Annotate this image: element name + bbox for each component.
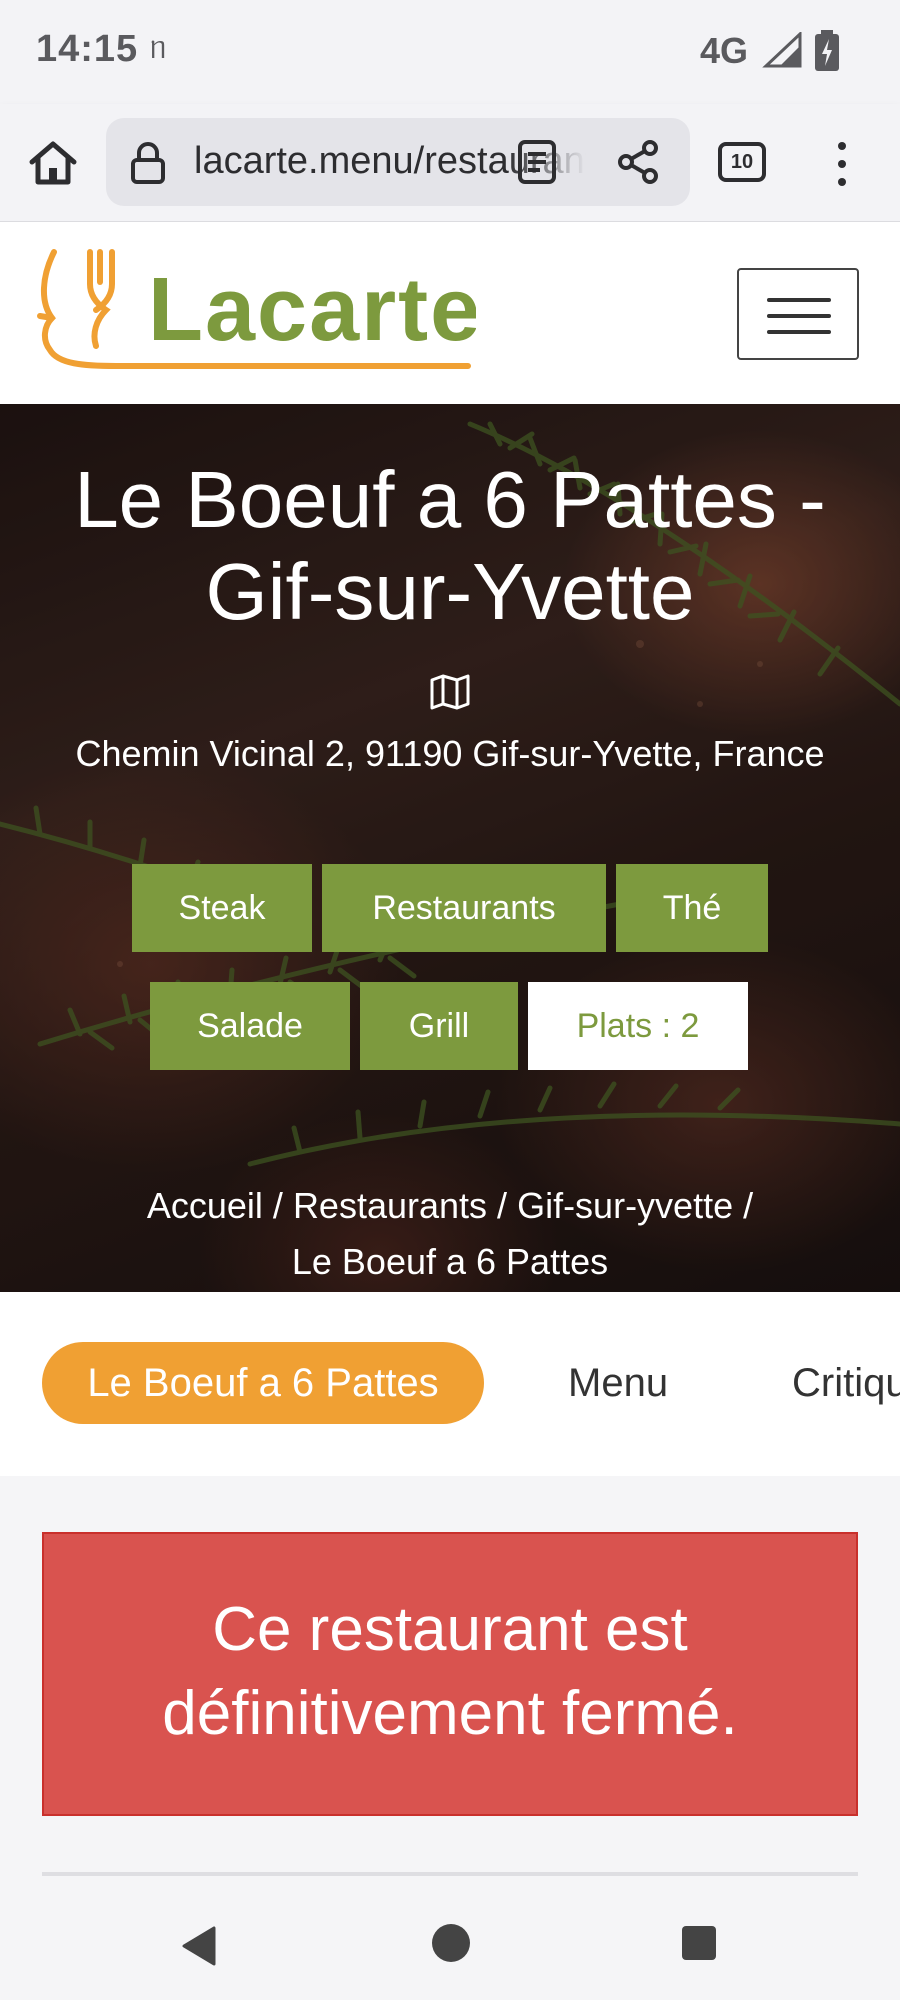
home-icon[interactable]: [24, 134, 82, 192]
divider: [42, 1872, 858, 1876]
tabs-counter-button[interactable]: 10: [718, 142, 766, 182]
plats-count-badge[interactable]: Plats : 2: [528, 982, 748, 1070]
tag-grill[interactable]: Grill: [360, 982, 518, 1070]
hamburger-menu-button[interactable]: [737, 268, 859, 360]
address-bar[interactable]: lacarte.menu/restaurants/gif-sur-yvette: [106, 118, 690, 206]
system-navigation-bar: [0, 1890, 900, 2000]
breadcrumb: Accueil / Restaurants / Gif-sur-yvette /…: [146, 1185, 754, 1282]
breadcrumb-city[interactable]: Gif-sur-yvette: [517, 1185, 733, 1226]
tab-menu[interactable]: Menu: [568, 1342, 668, 1424]
lock-icon: [131, 142, 165, 184]
status-time: 14:15: [36, 28, 139, 70]
closed-notice: Ce restaurant est définitivement fermé.: [42, 1532, 858, 1816]
status-bar: 14:15 ᥒ 4G: [0, 0, 900, 104]
restaurant-hero: Le Boeuf a 6 Pattes - Gif-sur-Yvette Che…: [0, 404, 900, 1292]
tag-restaurants[interactable]: Restaurants: [322, 864, 606, 952]
breadcrumb-restaurants[interactable]: Restaurants: [293, 1185, 487, 1226]
breadcrumb-accueil[interactable]: Accueil: [147, 1185, 263, 1226]
restaurant-address: Chemin Vicinal 2, 91190 Gif-sur-Yvette, …: [75, 733, 825, 774]
reader-mode-icon[interactable]: [514, 138, 560, 186]
tab-overview[interactable]: Le Boeuf a 6 Pattes: [42, 1342, 484, 1424]
tag-salade[interactable]: Salade: [150, 982, 350, 1070]
signal-icon: [762, 32, 802, 68]
lacarte-logo[interactable]: Lacarte: [36, 246, 476, 378]
back-icon[interactable]: [180, 1926, 216, 1966]
home-nav-icon[interactable]: [432, 1924, 470, 1962]
more-options-icon[interactable]: [832, 138, 852, 190]
restaurant-tabs: Le Boeuf a 6 Pattes Menu Critiques: [0, 1292, 900, 1476]
browser-toolbar: lacarte.menu/restaurants/gif-sur-yvette …: [0, 104, 900, 222]
recent-apps-icon[interactable]: [682, 1926, 716, 1960]
restaurant-title: Le Boeuf a 6 Pattes - Gif-sur-Yvette: [74, 455, 826, 636]
tag-steak[interactable]: Steak: [132, 864, 312, 952]
map-icon: [430, 674, 470, 710]
tab-reviews[interactable]: Critiques: [792, 1342, 900, 1424]
share-icon[interactable]: [614, 138, 662, 186]
logo-text: Lacarte: [148, 260, 476, 360]
battery-icon: [815, 30, 839, 71]
site-header: Lacarte: [0, 222, 900, 404]
closed-notice-text: Ce restaurant est définitivement fermé.: [162, 1595, 738, 1748]
notification-icon: ᥒ: [150, 32, 167, 65]
tag-the[interactable]: Thé: [616, 864, 768, 952]
network-type: 4G: [700, 30, 749, 71]
breadcrumb-current: Le Boeuf a 6 Pattes: [291, 1241, 609, 1282]
